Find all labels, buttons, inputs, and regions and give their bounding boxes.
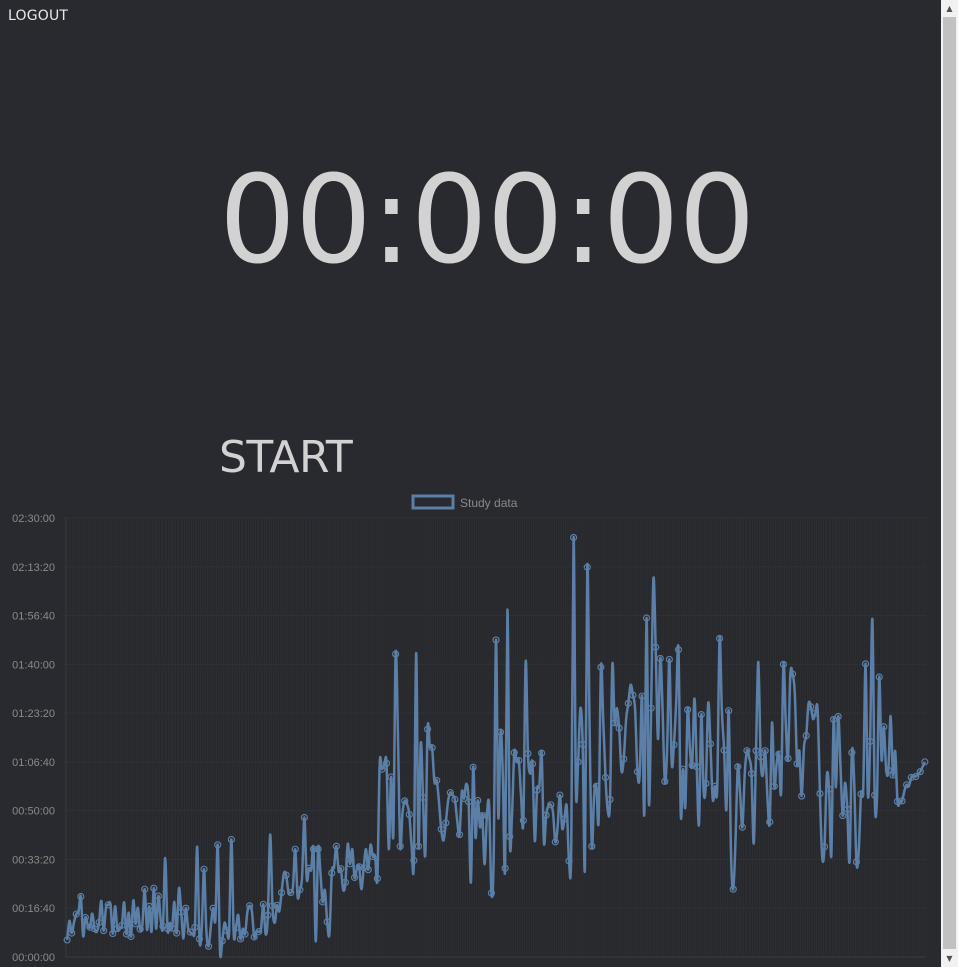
start-button[interactable]: START [219, 436, 353, 480]
y-tick-label: 00:00:00 [12, 952, 55, 964]
timer-display: 00:00:00 [219, 150, 755, 291]
y-tick-label: 02:13:20 [12, 562, 55, 574]
scroll-thumb[interactable] [943, 17, 956, 949]
vertical-scrollbar[interactable]: ▲ ▼ [941, 0, 958, 967]
y-tick-label: 02:30:00 [12, 513, 55, 525]
y-tick-label: 01:56:40 [12, 611, 55, 623]
y-tick-label: 00:16:40 [12, 903, 55, 915]
legend-label: Study data [460, 496, 518, 510]
app-window: LOGOUT 00:00:00 START 00:00:00 00:16:40 00… [0, 0, 941, 967]
y-tick-label: 00:33:20 [12, 854, 55, 866]
y-tick-label: 01:40:00 [12, 659, 55, 671]
logout-link[interactable]: LOGOUT [8, 8, 68, 24]
legend-swatch [411, 494, 455, 510]
y-tick-label: 01:06:40 [12, 757, 55, 769]
study-chart: 00:00:00 00:16:40 00:33:20 00:50:00 01:06:40… [12, 494, 929, 964]
scroll-down-icon[interactable]: ▼ [941, 950, 958, 967]
scroll-up-icon[interactable]: ▲ [941, 0, 958, 17]
y-tick-label: 01:23:20 [12, 708, 55, 720]
y-tick-label: 00:50:00 [12, 806, 55, 818]
